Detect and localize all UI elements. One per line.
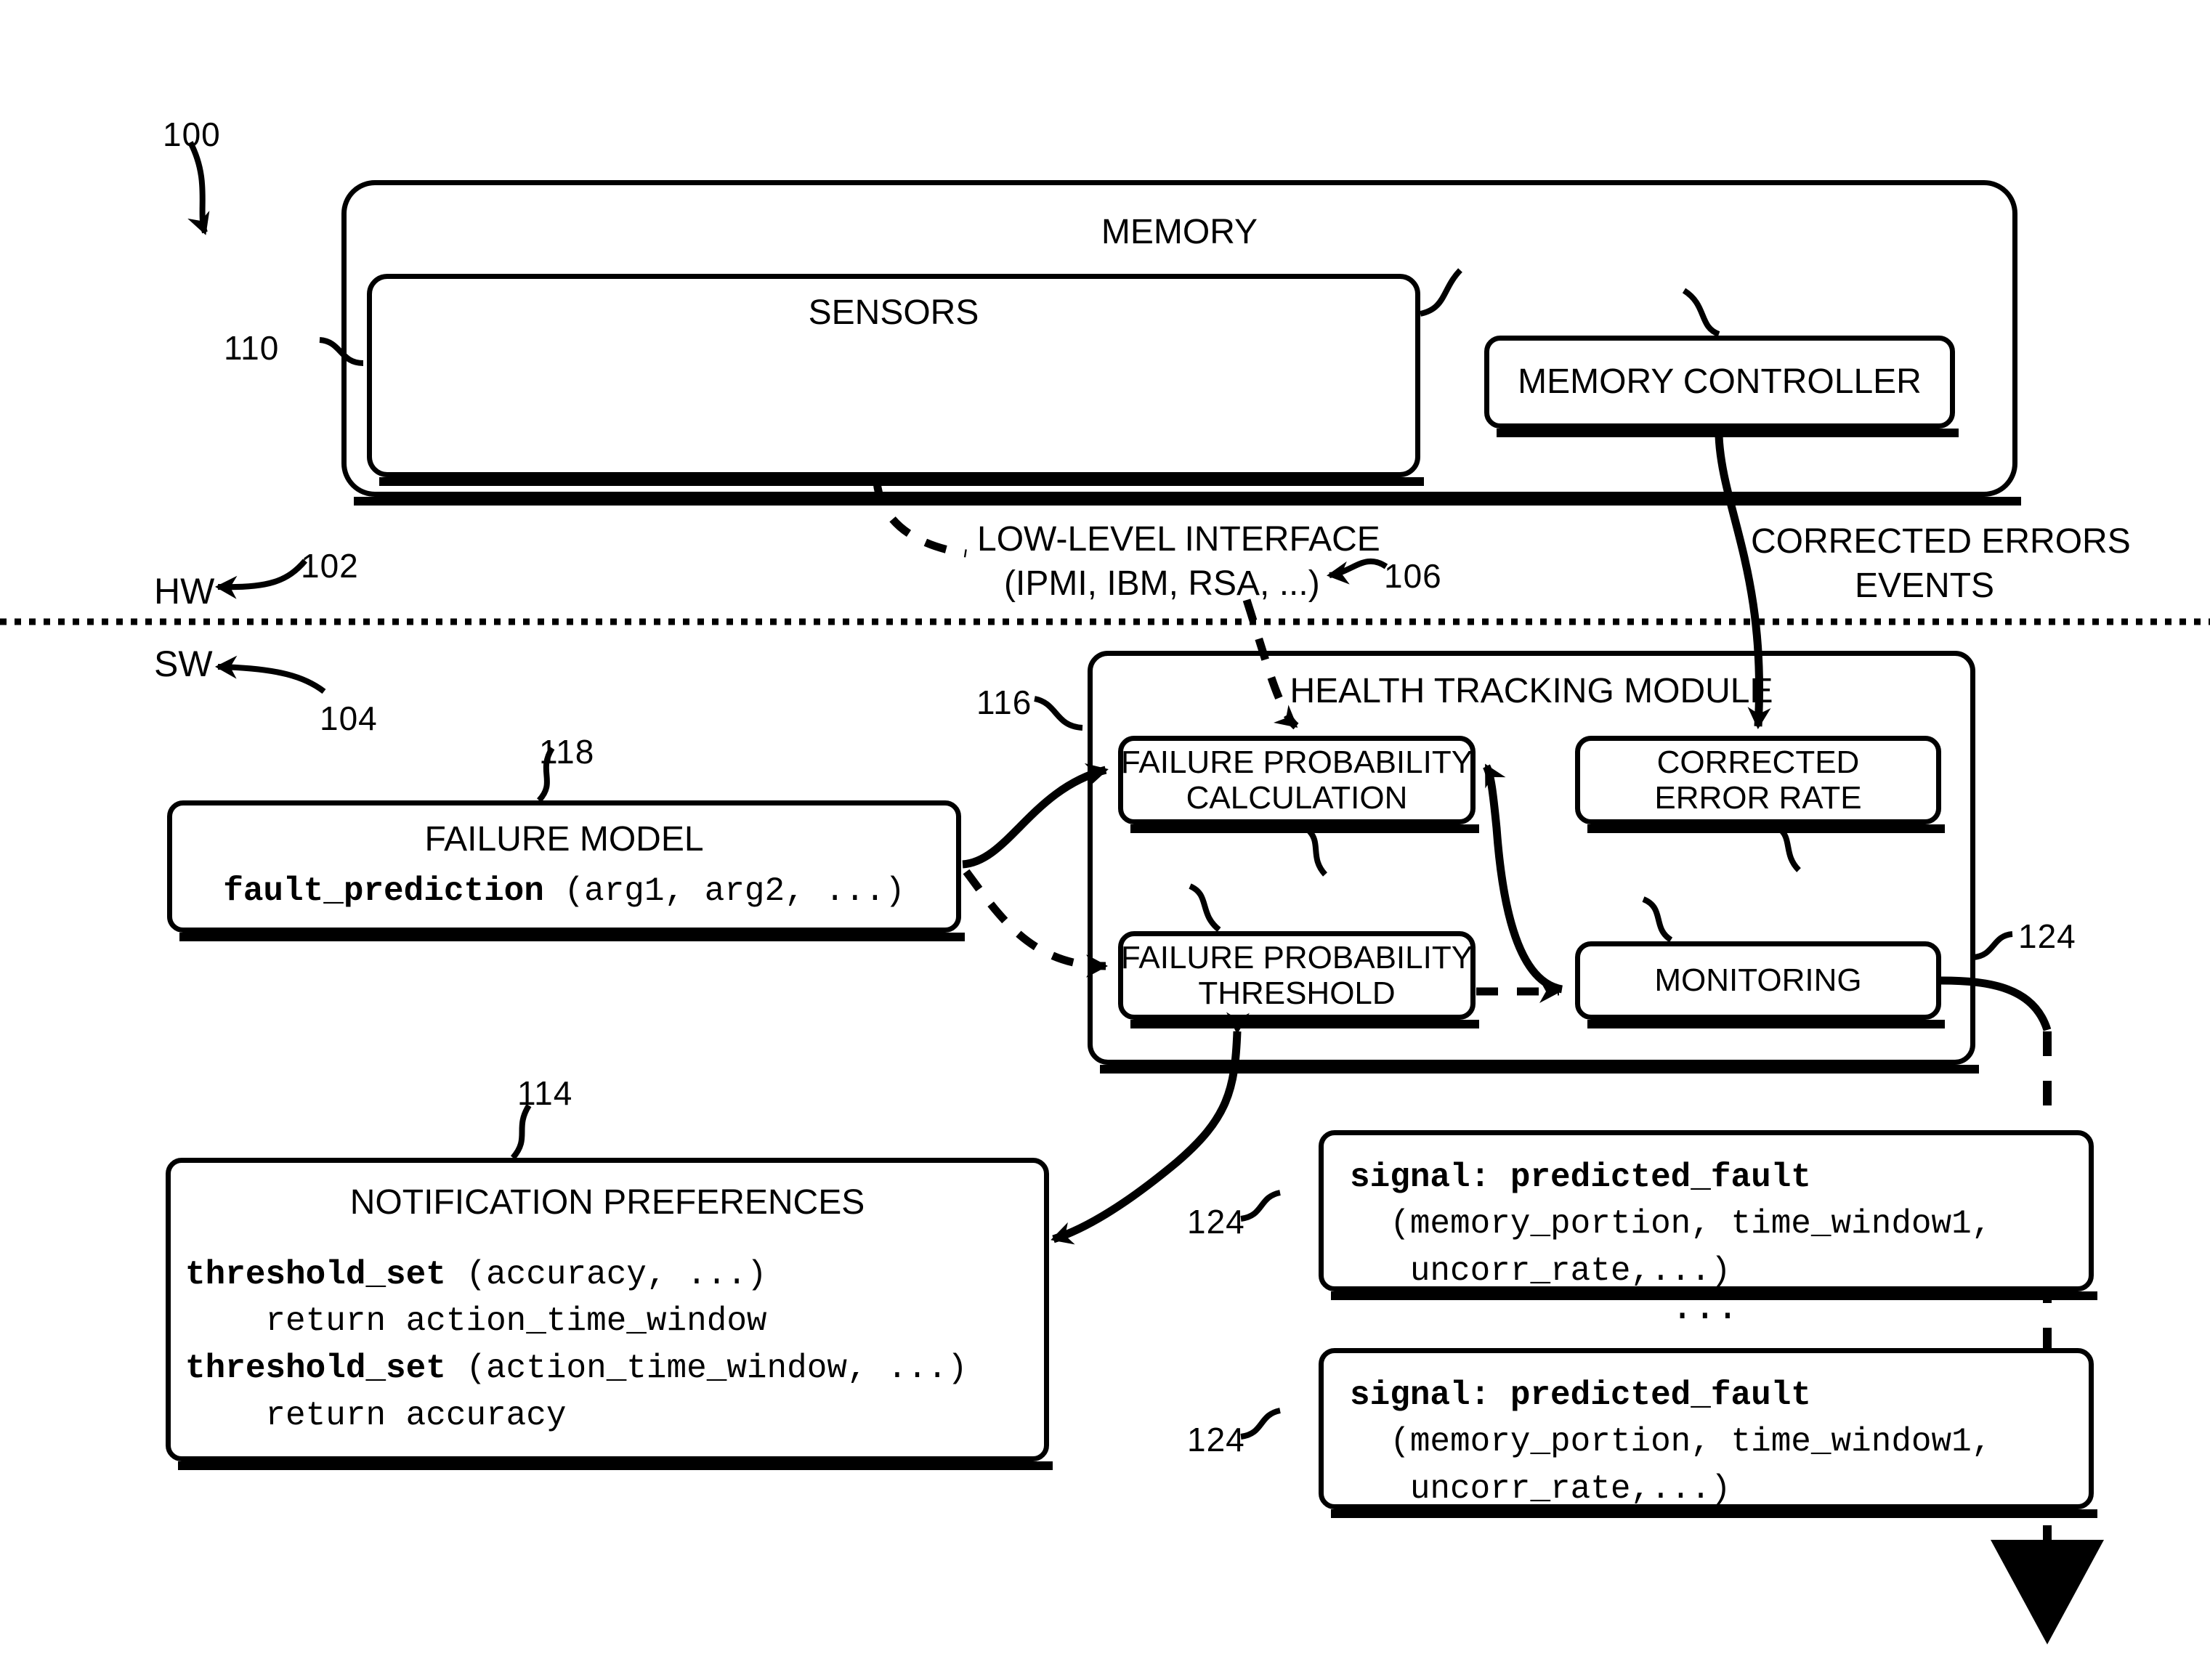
patent-figure: MEMORY SENSORS ACCESS COUNTERS POWER THE… xyxy=(0,0,2210,1680)
hw-label: HW xyxy=(154,571,215,612)
ref-102: 102 xyxy=(301,547,359,585)
notification-pref-line-3: threshold_set (action_time_window, ...) xyxy=(185,1350,968,1388)
health-tracking-module-title: HEALTH TRACKING MODULE xyxy=(1290,672,1773,710)
ref-114: 114 xyxy=(517,1074,573,1112)
signal-1-body-1: (memory_portion, time_window1, xyxy=(1350,1205,1992,1243)
notification-pref-line-4: return accuracy xyxy=(185,1396,567,1435)
signals-ellipsis: ... xyxy=(1671,1287,1739,1330)
failure-probability-calculation[interactable]: FAILURE PROBABILITY CALCULATION xyxy=(1118,736,1479,833)
ref-100: 100 xyxy=(163,115,221,153)
corrected-errors-line2: EVENTS xyxy=(1855,567,1995,605)
signal-2-body-1: (memory_portion, time_window1, xyxy=(1350,1423,1992,1461)
ref-104-leader xyxy=(215,655,326,694)
ref-104: 104 xyxy=(320,699,378,737)
sensors-container: SENSORS xyxy=(367,274,1424,486)
corrected-errors-line1: CORRECTED ERRORS xyxy=(1751,522,2131,561)
low-level-interface-line1: LOW-LEVEL INTERFACE xyxy=(977,520,1380,559)
notification-pref-line-2: return action_time_window xyxy=(185,1302,767,1341)
ref-116-leader xyxy=(1034,696,1083,731)
failure-probability-threshold[interactable]: FAILURE PROBABILITY THRESHOLD xyxy=(1118,931,1479,1028)
signal-2-head: signal: predicted_fault xyxy=(1350,1376,1811,1414)
ref-116: 116 xyxy=(976,683,1032,721)
failure-probability-calculation-label: FAILURE PROBABILITY CALCULATION xyxy=(1120,744,1473,816)
failure-model-signature-name: fault_prediction xyxy=(223,872,544,910)
signal-2-body-2: uncorr_rate,...) xyxy=(1350,1469,1731,1508)
ref-114-leader xyxy=(510,1103,532,1160)
ref-124-signal-1-leader xyxy=(1240,1190,1282,1222)
failure-probability-threshold-label: FAILURE PROBABILITY THRESHOLD xyxy=(1120,939,1473,1011)
signal-box-1[interactable]: signal: predicted_fault (memory_portion,… xyxy=(1319,1130,2097,1300)
failure-model-title: FAILURE MODEL xyxy=(424,820,704,859)
signal-box-2[interactable]: signal: predicted_fault (memory_portion,… xyxy=(1319,1348,2097,1518)
failure-model-to-fpt-line xyxy=(963,869,1108,978)
memory-title: MEMORY xyxy=(1101,213,1258,251)
corrected-error-rate-label: CORRECTED ERROR RATE xyxy=(1654,744,1862,816)
failure-model-signature-args: (arg1, arg2, ...) xyxy=(543,872,905,910)
ref-118: 118 xyxy=(539,733,595,771)
notification-preferences[interactable]: NOTIFICATION PREFERENCES threshold_set (… xyxy=(166,1158,1053,1470)
ref-110: 110 xyxy=(224,329,280,367)
memory-controller[interactable]: MEMORY CONTROLLER xyxy=(1484,336,1959,437)
corrected-error-rate[interactable]: CORRECTED ERROR RATE xyxy=(1575,736,1945,833)
ref-102-leader xyxy=(215,559,308,599)
signal-1-head: signal: predicted_fault xyxy=(1350,1158,1811,1196)
memory-controller-title: MEMORY CONTROLLER xyxy=(1518,362,1922,402)
failure-model-to-fpc-line xyxy=(962,763,1109,869)
sensors-title: SENSORS xyxy=(808,293,979,332)
sw-label: SW xyxy=(154,644,213,684)
notification-preferences-title: NOTIFICATION PREFERENCES xyxy=(349,1183,865,1222)
ref-100-leader xyxy=(187,141,210,235)
ref-124-right-leader xyxy=(1972,931,2013,960)
ref-124-signal-2: 124 xyxy=(1187,1421,1245,1458)
failure-model[interactable]: FAILURE MODEL fault_prediction (arg1, ar… xyxy=(167,800,965,941)
notification-pref-line-1: threshold_set (accuracy, ...) xyxy=(185,1255,767,1294)
ref-124-right: 124 xyxy=(2018,917,2076,955)
monitoring-label: MONITORING xyxy=(1654,962,1862,999)
ref-124-signal-2-leader xyxy=(1240,1408,1282,1440)
ref-106: 106 xyxy=(1384,557,1442,595)
ref-124-signal-1: 124 xyxy=(1187,1203,1245,1241)
low-level-interface-line2: (IPMI, IBM, RSA, ...) xyxy=(1004,564,1320,603)
monitoring[interactable]: MONITORING xyxy=(1575,941,1945,1028)
ref-106-leader xyxy=(1327,558,1388,585)
